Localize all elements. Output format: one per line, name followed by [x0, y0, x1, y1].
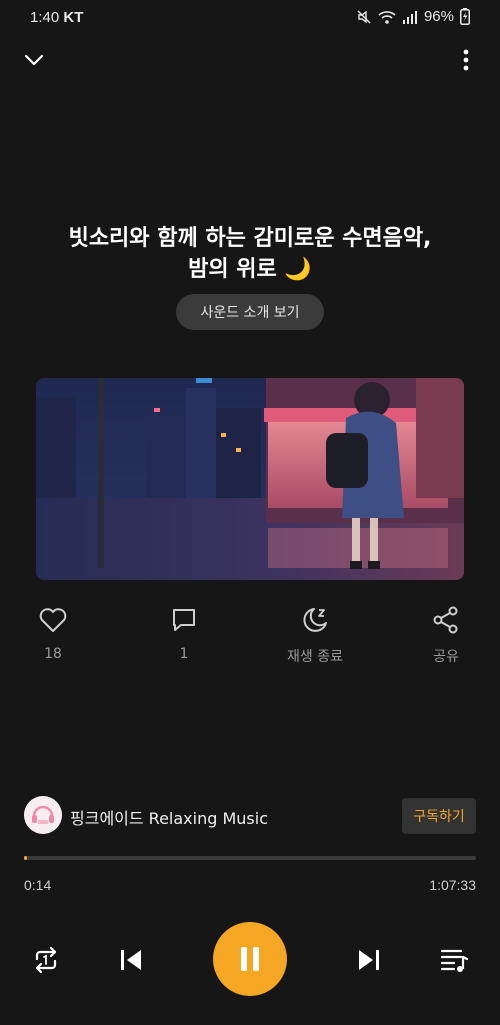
channel-avatar[interactable]: [24, 796, 62, 834]
battery-icon: [460, 8, 470, 25]
comment-icon: [173, 609, 195, 631]
next-icon: [359, 950, 379, 970]
pause-icon: [241, 947, 259, 971]
more-vertical-icon: [463, 49, 469, 71]
heart-icon: [39, 608, 67, 632]
subscribe-button[interactable]: 구독하기: [402, 798, 476, 834]
progress-fill: [24, 856, 27, 860]
track-title: 빗소리와 함께 하는 감미로운 수면음악, 밤의 위로 🌙: [40, 223, 460, 285]
carrier: KT: [63, 9, 84, 26]
repeat-button[interactable]: [16, 930, 76, 990]
previous-button[interactable]: [101, 930, 161, 990]
signal-icon: [402, 9, 418, 25]
like-action[interactable]: 18: [13, 604, 93, 662]
status-time: 1:40 KT: [30, 9, 83, 26]
battery-percent: 96%: [423, 8, 454, 25]
share-action[interactable]: 공유: [406, 604, 486, 666]
current-time: 0:14: [24, 877, 52, 893]
wifi-icon: [378, 9, 396, 25]
playlist-button[interactable]: [424, 930, 484, 990]
like-count: 18: [44, 646, 62, 662]
mute-icon: [356, 9, 372, 25]
collapse-button[interactable]: [19, 45, 49, 75]
repeat-icon: [35, 946, 57, 974]
track-title-line-2: 밤의 위로 🌙: [188, 257, 312, 282]
more-menu-button[interactable]: [451, 45, 481, 75]
progress-bar[interactable]: [24, 856, 476, 860]
share-label: 공유: [433, 649, 459, 665]
share-icon: [433, 606, 458, 634]
channel-name[interactable]: 핑크에이드 Relaxing Music: [70, 805, 268, 829]
sleep-timer-icon: [303, 608, 327, 632]
sound-intro-button[interactable]: 사운드 소개 보기: [176, 294, 324, 330]
comment-action[interactable]: 1: [144, 604, 224, 662]
album-artwork: [36, 378, 464, 580]
clock: 1:40: [30, 9, 60, 26]
status-icons: 96%: [356, 8, 470, 25]
playlist-icon: [440, 949, 469, 972]
sleep-timer-action[interactable]: 재생 종료: [275, 604, 355, 666]
previous-icon: [121, 950, 141, 970]
pause-button[interactable]: [213, 922, 287, 996]
chevron-down-icon: [24, 54, 44, 66]
sleep-timer-label: 재생 종료: [287, 649, 343, 665]
next-button[interactable]: [339, 930, 399, 990]
total-time: 1:07:33: [429, 877, 476, 893]
track-title-line-1: 빗소리와 함께 하는 감미로운 수면음악,: [68, 226, 432, 251]
comment-count: 1: [179, 646, 189, 662]
